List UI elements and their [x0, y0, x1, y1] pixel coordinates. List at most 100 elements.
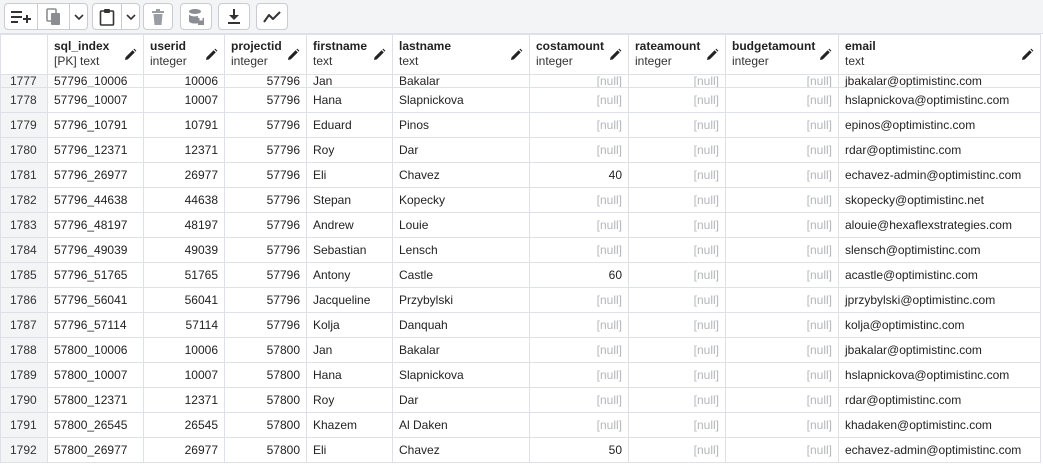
cell-email[interactable]: echavez-admin@optimistinc.com	[838, 437, 1041, 463]
column-header-sql_index[interactable]: sql_index [PK] text	[47, 34, 144, 75]
cell-sql_index[interactable]: 57796_12371	[47, 137, 144, 163]
cell-costamount[interactable]: [null]	[529, 387, 629, 413]
cell-firstname[interactable]: Eli	[306, 162, 393, 188]
cell-rateamount[interactable]: [null]	[628, 262, 726, 288]
cell-budgetamount[interactable]: [null]	[725, 287, 839, 313]
cell-email[interactable]: jprzybylski@optimistinc.com	[838, 287, 1041, 313]
cell-firstname[interactable]: Eduard	[306, 112, 393, 138]
cell-email[interactable]: acastle@optimistinc.com	[838, 262, 1041, 288]
cell-budgetamount[interactable]: [null]	[725, 312, 839, 338]
paste-options-dropdown[interactable]	[122, 3, 140, 30]
cell-budgetamount[interactable]: [null]	[725, 74, 839, 88]
table-row[interactable]: 1792 57800_26977 26977 57800 Eli Chavez 50 [nul…	[0, 437, 1041, 463]
cell-projectid[interactable]: 57796	[224, 162, 307, 188]
cell-rateamount[interactable]: [null]	[628, 362, 726, 388]
column-header-email[interactable]: email text	[838, 34, 1041, 75]
cell-lastname[interactable]: Danquah	[392, 312, 530, 338]
cell-budgetamount[interactable]: [null]	[725, 237, 839, 263]
cell-rateamount[interactable]: [null]	[628, 74, 726, 88]
column-header-budgetamount[interactable]: budgetamount integer	[725, 34, 839, 75]
cell-costamount[interactable]: [null]	[529, 362, 629, 388]
cell-userid[interactable]: 44638	[143, 187, 225, 213]
row-number[interactable]: 1784	[0, 237, 48, 263]
cell-rateamount[interactable]: [null]	[628, 87, 726, 113]
cell-costamount[interactable]: [null]	[529, 312, 629, 338]
table-row[interactable]: 1789 57800_10007 10007 57800 Hana Slapnickova…	[0, 362, 1041, 388]
cell-costamount[interactable]: 40	[529, 162, 629, 188]
row-number[interactable]: 1786	[0, 287, 48, 313]
row-number[interactable]: 1783	[0, 212, 48, 238]
cell-costamount[interactable]: [null]	[529, 237, 629, 263]
table-row[interactable]: 1778 57796_10007 10007 57796 Hana Slapnickova…	[0, 87, 1041, 113]
cell-sql_index[interactable]: 57800_26545	[47, 412, 144, 438]
cell-projectid[interactable]: 57800	[224, 412, 307, 438]
cell-userid[interactable]: 49039	[143, 237, 225, 263]
cell-sql_index[interactable]: 57796_26977	[47, 162, 144, 188]
cell-userid[interactable]: 10007	[143, 87, 225, 113]
cell-costamount[interactable]: [null]	[529, 337, 629, 363]
cell-budgetamount[interactable]: [null]	[725, 112, 839, 138]
cell-sql_index[interactable]: 57796_49039	[47, 237, 144, 263]
table-row[interactable]: 1782 57796_44638 44638 57796 Stepan Kopecky [n…	[0, 187, 1041, 213]
cell-projectid[interactable]: 57800	[224, 337, 307, 363]
cell-projectid[interactable]: 57796	[224, 87, 307, 113]
delete-button[interactable]	[143, 3, 173, 30]
cell-budgetamount[interactable]: [null]	[725, 262, 839, 288]
graph-visualiser-button[interactable]	[256, 3, 288, 30]
cell-email[interactable]: rdar@optimistinc.com	[838, 137, 1041, 163]
table-row[interactable]: 1779 57796_10791 10791 57796 Eduard Pinos [nul…	[0, 112, 1041, 138]
cell-userid[interactable]: 10007	[143, 362, 225, 388]
cell-projectid[interactable]: 57796	[224, 112, 307, 138]
cell-email[interactable]: skopecky@optimistinc.net	[838, 187, 1041, 213]
cell-userid[interactable]: 12371	[143, 387, 225, 413]
cell-firstname[interactable]: Roy	[306, 387, 393, 413]
row-number-header[interactable]	[0, 34, 48, 75]
column-header-projectid[interactable]: projectid integer	[224, 34, 307, 75]
cell-lastname[interactable]: Bakalar	[392, 337, 530, 363]
cell-budgetamount[interactable]: [null]	[725, 437, 839, 463]
cell-costamount[interactable]: [null]	[529, 137, 629, 163]
cell-firstname[interactable]: Jacqueline	[306, 287, 393, 313]
add-row-button[interactable]	[4, 3, 38, 30]
cell-projectid[interactable]: 57800	[224, 362, 307, 388]
cell-projectid[interactable]: 57800	[224, 437, 307, 463]
cell-userid[interactable]: 57114	[143, 312, 225, 338]
table-row[interactable]: 1788 57800_10006 10006 57800 Jan Bakalar [null…	[0, 337, 1041, 363]
cell-userid[interactable]: 26977	[143, 437, 225, 463]
cell-lastname[interactable]: Chavez	[392, 437, 530, 463]
cell-firstname[interactable]: Kolja	[306, 312, 393, 338]
save-data-button[interactable]	[180, 3, 212, 30]
cell-firstname[interactable]: Khazem	[306, 412, 393, 438]
cell-rateamount[interactable]: [null]	[628, 187, 726, 213]
cell-budgetamount[interactable]: [null]	[725, 187, 839, 213]
row-number[interactable]: 1780	[0, 137, 48, 163]
table-row[interactable]: 1786 57796_56041 56041 57796 Jacqueline Przyb…	[0, 287, 1041, 313]
cell-firstname[interactable]: Jan	[306, 74, 393, 88]
cell-costamount[interactable]: [null]	[529, 187, 629, 213]
cell-projectid[interactable]: 57796	[224, 212, 307, 238]
row-number[interactable]: 1777	[0, 74, 48, 88]
cell-email[interactable]: hslapnickova@optimistinc.com	[838, 87, 1041, 113]
cell-budgetamount[interactable]: [null]	[725, 337, 839, 363]
cell-firstname[interactable]: Jan	[306, 337, 393, 363]
cell-lastname[interactable]: Bakalar	[392, 74, 530, 88]
cell-lastname[interactable]: Kopecky	[392, 187, 530, 213]
cell-budgetamount[interactable]: [null]	[725, 212, 839, 238]
cell-costamount[interactable]: [null]	[529, 112, 629, 138]
cell-userid[interactable]: 48197	[143, 212, 225, 238]
table-row[interactable]: 1781 57796_26977 26977 57796 Eli Chavez 40 [nul…	[0, 162, 1041, 188]
cell-firstname[interactable]: Hana	[306, 87, 393, 113]
column-header-rateamount[interactable]: rateamount integer	[628, 34, 726, 75]
cell-costamount[interactable]: 60	[529, 262, 629, 288]
cell-firstname[interactable]: Antony	[306, 262, 393, 288]
cell-costamount[interactable]: [null]	[529, 287, 629, 313]
cell-sql_index[interactable]: 57796_48197	[47, 212, 144, 238]
cell-sql_index[interactable]: 57800_26977	[47, 437, 144, 463]
cell-projectid[interactable]: 57796	[224, 74, 307, 88]
cell-budgetamount[interactable]: [null]	[725, 162, 839, 188]
cell-lastname[interactable]: Chavez	[392, 162, 530, 188]
cell-userid[interactable]: 26977	[143, 162, 225, 188]
row-number[interactable]: 1788	[0, 337, 48, 363]
cell-userid[interactable]: 10006	[143, 74, 225, 88]
cell-userid[interactable]: 12371	[143, 137, 225, 163]
